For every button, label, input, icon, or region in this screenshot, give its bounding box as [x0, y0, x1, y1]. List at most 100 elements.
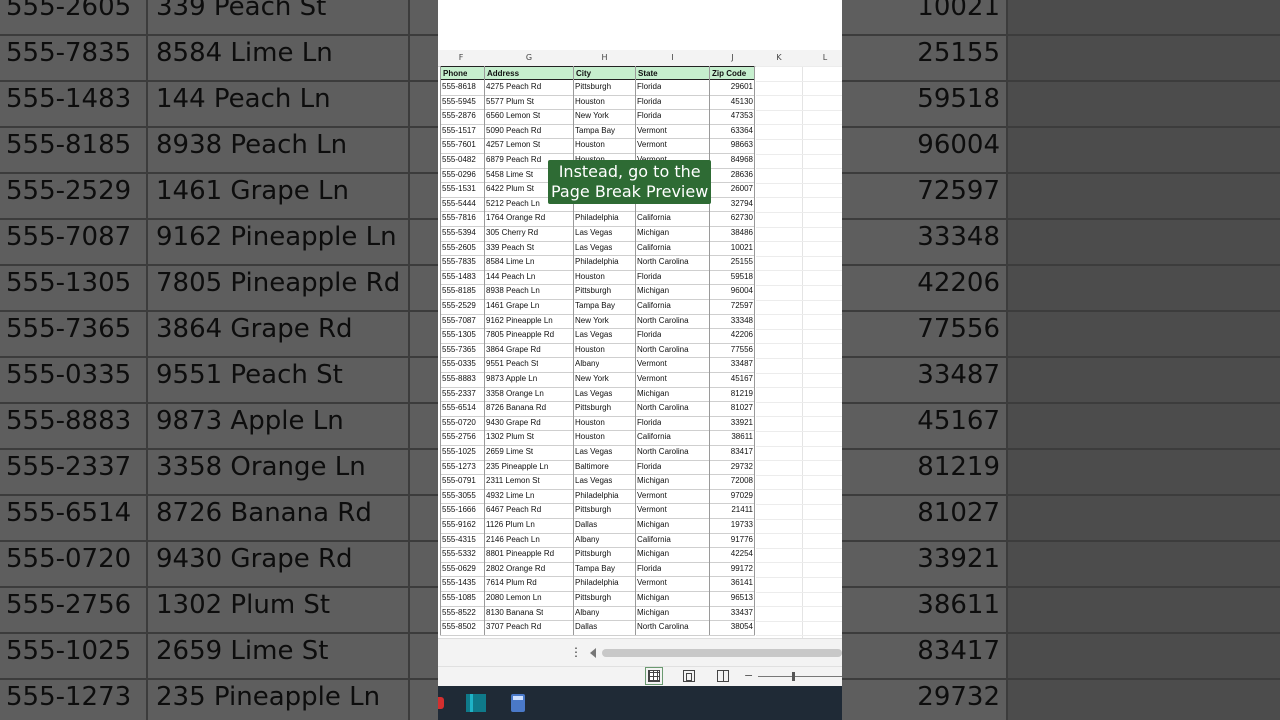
address-cell[interactable]: 339 Peach St [486, 241, 534, 255]
zip-code-cell[interactable]: 25155 [709, 255, 753, 269]
city-cell[interactable]: Albany [575, 533, 599, 547]
phone-cell[interactable]: 555-1273 [442, 460, 476, 474]
column-letter-j[interactable]: J [710, 53, 755, 62]
address-cell[interactable]: 1302 Plum St [486, 430, 534, 444]
column-letter-g[interactable]: G [485, 53, 573, 62]
state-cell[interactable]: Florida [637, 270, 661, 284]
phone-cell[interactable]: 555-2529 [442, 299, 476, 313]
city-cell[interactable]: Pittsburgh [575, 284, 611, 298]
state-cell[interactable]: Florida [637, 460, 661, 474]
phone-cell[interactable]: 555-8502 [442, 620, 476, 634]
city-cell[interactable]: Dallas [575, 620, 597, 634]
address-cell[interactable]: 305 Cherry Rd [486, 226, 538, 240]
state-cell[interactable]: North Carolina [637, 314, 689, 328]
phone-cell[interactable]: 555-8618 [442, 80, 476, 94]
phone-cell[interactable]: 555-0629 [442, 562, 476, 576]
city-cell[interactable]: Pittsburgh [575, 503, 611, 517]
state-cell[interactable]: Vermont [637, 489, 667, 503]
column-letter-l[interactable]: L [802, 53, 842, 62]
zip-code-cell[interactable]: 38054 [709, 620, 753, 634]
state-cell[interactable]: Michigan [637, 591, 669, 605]
phone-cell[interactable]: 555-5945 [442, 95, 476, 109]
state-cell[interactable]: North Carolina [637, 401, 689, 415]
phone-cell[interactable]: 555-1483 [442, 270, 476, 284]
address-cell[interactable]: 144 Peach Ln [486, 270, 535, 284]
page-break-preview-icon[interactable] [717, 670, 729, 682]
city-cell[interactable]: Philadelphia [575, 576, 619, 590]
zip-code-cell[interactable]: 38486 [709, 226, 753, 240]
state-cell[interactable]: California [637, 533, 671, 547]
address-cell[interactable]: 7805 Pineapple Rd [486, 328, 554, 342]
zip-code-cell[interactable]: 29732 [709, 460, 753, 474]
city-cell[interactable]: Dallas [575, 518, 597, 532]
zip-code-cell[interactable]: 97029 [709, 489, 753, 503]
address-cell[interactable]: 8130 Banana St [486, 606, 543, 620]
phone-cell[interactable]: 555-1517 [442, 124, 476, 138]
more-options-icon[interactable]: ⋮ [570, 645, 582, 659]
phone-cell[interactable]: 555-1025 [442, 445, 476, 459]
phone-cell[interactable]: 555-4315 [442, 533, 476, 547]
city-cell[interactable]: Houston [575, 270, 605, 284]
phone-cell[interactable]: 555-5394 [442, 226, 476, 240]
city-cell[interactable]: Las Vegas [575, 241, 612, 255]
phone-cell[interactable]: 555-0335 [442, 357, 476, 371]
phone-cell[interactable]: 555-8185 [442, 284, 476, 298]
address-cell[interactable]: 9430 Grape Rd [486, 416, 541, 430]
zoom-out-button[interactable]: − [744, 669, 753, 682]
state-cell[interactable]: Florida [637, 109, 661, 123]
phone-cell[interactable]: 555-7816 [442, 211, 476, 225]
address-cell[interactable]: 9551 Peach St [486, 357, 538, 371]
city-cell[interactable]: Philadelphia [575, 489, 619, 503]
city-cell[interactable]: New York [575, 314, 609, 328]
city-cell[interactable]: Las Vegas [575, 226, 612, 240]
city-cell[interactable]: Albany [575, 606, 599, 620]
zip-code-cell[interactable]: 19733 [709, 518, 753, 532]
state-cell[interactable]: California [637, 241, 671, 255]
state-cell[interactable]: California [637, 211, 671, 225]
phone-cell[interactable]: 555-2756 [442, 430, 476, 444]
zip-code-cell[interactable]: 63364 [709, 124, 753, 138]
phone-cell[interactable]: 555-2337 [442, 387, 476, 401]
state-cell[interactable]: California [637, 299, 671, 313]
address-cell[interactable]: 8801 Pineapple Rd [486, 547, 554, 561]
address-cell[interactable]: 8726 Banana Rd [486, 401, 546, 415]
column-letter-f[interactable]: F [438, 53, 484, 62]
phone-cell[interactable]: 555-5332 [442, 547, 476, 561]
zip-code-cell[interactable]: 26007 [709, 182, 753, 196]
header-zip-code[interactable]: Zip Code [712, 67, 746, 81]
address-cell[interactable]: 6560 Lemon St [486, 109, 540, 123]
address-cell[interactable]: 2311 Lemon St [486, 474, 540, 488]
phone-cell[interactable]: 555-3055 [442, 489, 476, 503]
phone-cell[interactable]: 555-9162 [442, 518, 476, 532]
state-cell[interactable]: Michigan [637, 518, 669, 532]
zip-code-cell[interactable]: 96513 [709, 591, 753, 605]
city-cell[interactable]: Las Vegas [575, 387, 612, 401]
phone-cell[interactable]: 555-8522 [442, 606, 476, 620]
zip-code-cell[interactable]: 10021 [709, 241, 753, 255]
column-letter-h[interactable]: H [574, 53, 635, 62]
header-phone[interactable]: Phone [443, 67, 467, 81]
phone-cell[interactable]: 555-1531 [442, 182, 476, 196]
address-cell[interactable]: 235 Pineapple Ln [486, 460, 548, 474]
state-cell[interactable]: North Carolina [637, 620, 689, 634]
city-cell[interactable]: Tampa Bay [575, 124, 615, 138]
address-cell[interactable]: 4257 Lemon St [486, 138, 540, 152]
state-cell[interactable]: Vermont [637, 372, 667, 386]
zip-code-cell[interactable]: 99172 [709, 562, 753, 576]
address-cell[interactable]: 2080 Lemon Ln [486, 591, 542, 605]
zip-code-cell[interactable]: 96004 [709, 284, 753, 298]
phone-cell[interactable]: 555-2605 [442, 241, 476, 255]
scroll-left-arrow-icon[interactable] [590, 648, 596, 658]
taskbar-app-icon[interactable] [466, 694, 486, 712]
address-cell[interactable]: 3707 Peach Rd [486, 620, 541, 634]
phone-cell[interactable]: 555-0296 [442, 168, 476, 182]
city-cell[interactable]: Pittsburgh [575, 547, 611, 561]
city-cell[interactable]: New York [575, 109, 609, 123]
zip-code-cell[interactable]: 33437 [709, 606, 753, 620]
state-cell[interactable]: North Carolina [637, 255, 689, 269]
city-cell[interactable]: Pittsburgh [575, 80, 611, 94]
state-cell[interactable]: Florida [637, 80, 661, 94]
normal-view-icon[interactable] [645, 667, 663, 685]
state-cell[interactable]: Vermont [637, 576, 667, 590]
state-cell[interactable]: Florida [637, 416, 661, 430]
